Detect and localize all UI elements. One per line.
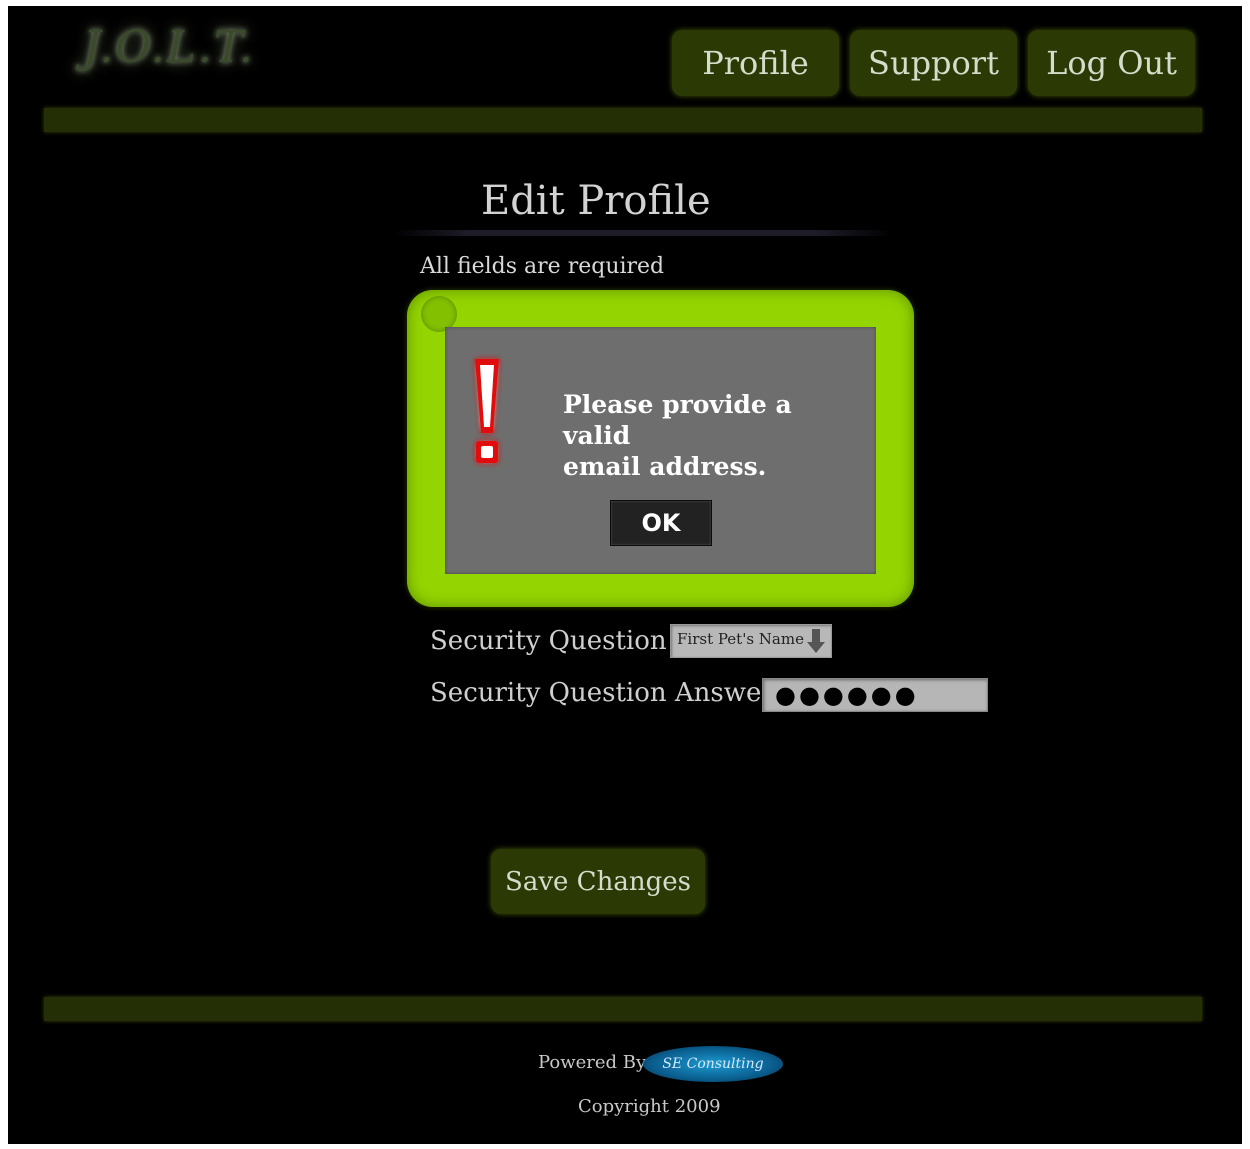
alert-message-line: Please provide a valid: [563, 390, 792, 450]
app-window: J.O.L.T. Profile Support Log Out Edit Pr…: [8, 6, 1242, 1144]
alert-message-line: email address.: [563, 452, 767, 481]
alert-dialog-body: Please provide a valid email address. OK: [445, 327, 876, 574]
exclamation-icon: [475, 359, 499, 463]
alert-dialog: Please provide a valid email address. OK: [407, 290, 914, 607]
security-answer-masked-value: ●●●●●●: [775, 681, 919, 709]
page-title: Edit Profile: [481, 178, 711, 224]
security-question-selected-value: First Pet's Name: [677, 630, 804, 648]
required-fields-note: All fields are required: [420, 254, 665, 279]
partner-logo: SE Consulting: [643, 1046, 783, 1082]
save-changes-button[interactable]: Save Changes: [491, 849, 705, 914]
title-underline: [393, 230, 893, 236]
nav-logout-button[interactable]: Log Out: [1028, 30, 1195, 96]
security-answer-input[interactable]: ●●●●●●: [762, 678, 988, 712]
security-question-label: Security Question: [430, 626, 667, 656]
nav-support-button[interactable]: Support: [850, 30, 1017, 96]
copyright-text: Copyright 2009: [578, 1096, 721, 1117]
ok-button[interactable]: OK: [610, 500, 712, 546]
footer-divider-bar: [44, 997, 1202, 1021]
arrow-down-icon[interactable]: [805, 628, 827, 654]
partner-logo-text: SE Consulting: [662, 1056, 764, 1072]
alert-message: Please provide a valid email address.: [563, 389, 853, 482]
nav-profile-button[interactable]: Profile: [672, 30, 839, 96]
security-answer-label: Security Question Answer: [430, 678, 774, 708]
powered-by-label: Powered By: [538, 1052, 647, 1073]
jolt-logo: J.O.L.T.: [83, 22, 255, 73]
security-question-select[interactable]: First Pet's Name: [670, 624, 832, 658]
header-divider-bar: [44, 108, 1202, 132]
